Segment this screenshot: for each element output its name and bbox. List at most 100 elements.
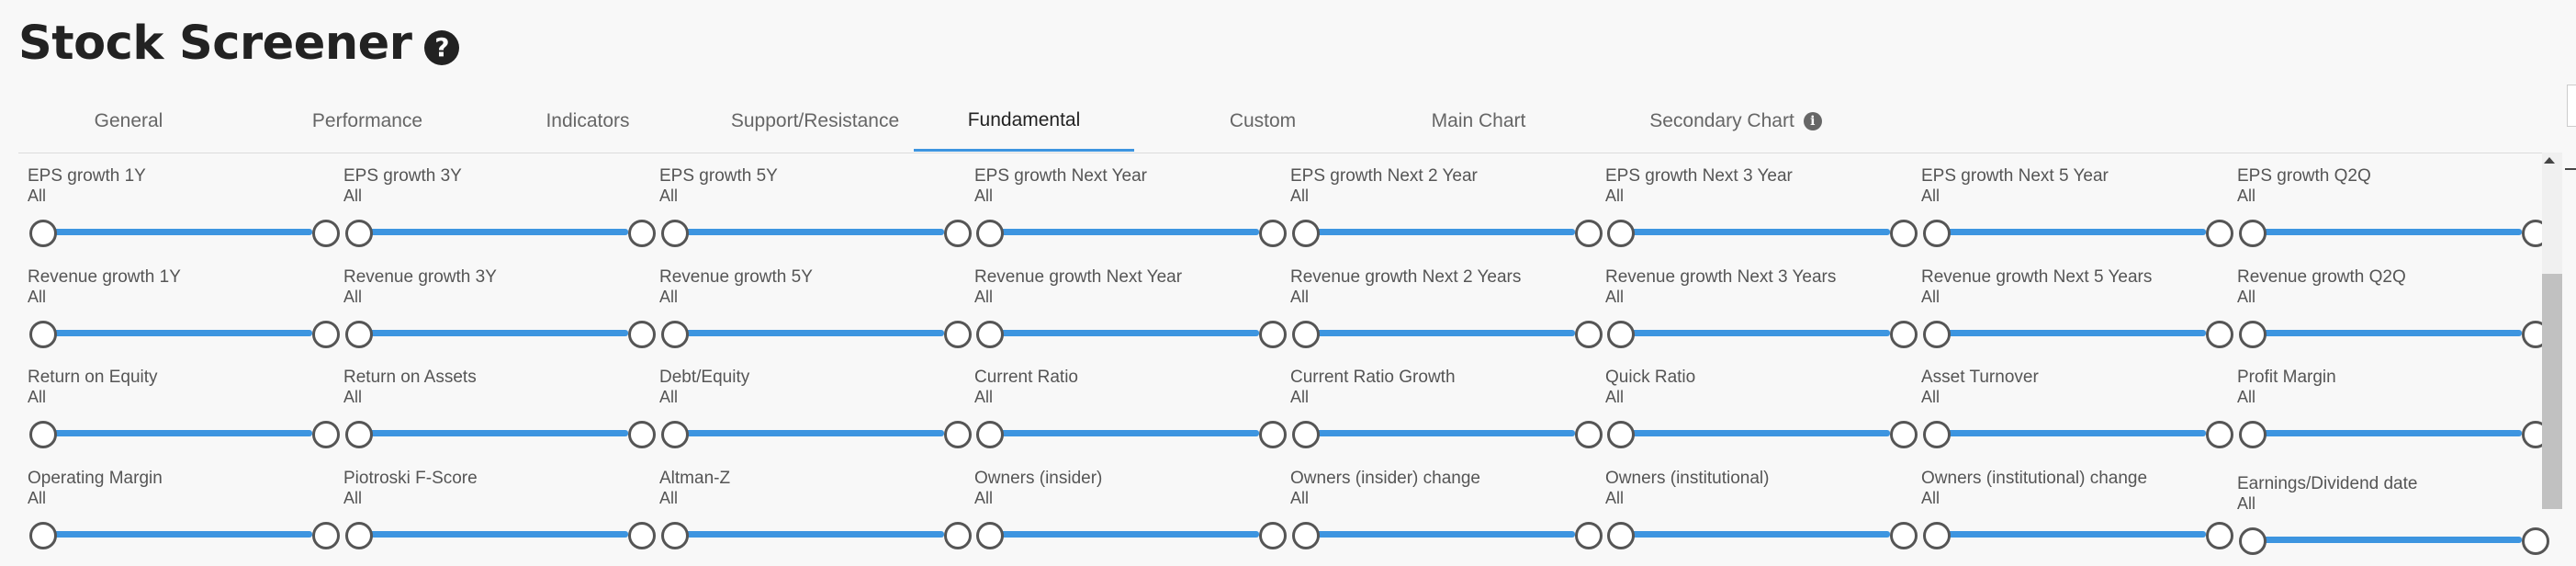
filter-slider: EPS growth Next 5 Year All [1912, 166, 2233, 258]
filter-value: All [2237, 187, 2256, 205]
filter-label: EPS growth Next 5 Year [1921, 166, 2109, 186]
slider-min-handle[interactable] [2239, 527, 2267, 555]
slider-min-handle[interactable] [1607, 220, 1635, 247]
slider-track[interactable] [978, 430, 1259, 436]
slider-track[interactable] [1609, 330, 1890, 336]
slider-track[interactable] [1925, 229, 2206, 235]
slider-min-handle[interactable] [976, 220, 1004, 247]
side-panel-toggle[interactable] [2567, 85, 2576, 127]
filter-slider: EPS growth Q2Q All [2228, 166, 2549, 258]
slider-track[interactable] [1609, 531, 1890, 538]
tab-indicators[interactable]: Indicators [496, 92, 680, 151]
tab-general[interactable]: General [18, 92, 239, 151]
scrollbar-thumb[interactable] [2542, 274, 2562, 509]
slider-track[interactable] [1925, 531, 2206, 538]
slider-min-handle[interactable] [1607, 421, 1635, 448]
slider-track[interactable] [1294, 531, 1575, 538]
filter-label: Return on Equity [28, 368, 158, 387]
slider-min-handle[interactable] [2239, 421, 2267, 448]
help-icon[interactable]: ? [424, 29, 460, 65]
slider-track[interactable] [31, 430, 312, 436]
slider-min-handle[interactable] [2239, 321, 2267, 348]
slider-min-handle[interactable] [345, 421, 373, 448]
slider-track[interactable] [1925, 330, 2206, 336]
slider-track[interactable] [663, 430, 944, 436]
slider-track[interactable] [1609, 229, 1890, 235]
slider-track[interactable] [978, 229, 1259, 235]
slider-min-handle[interactable] [976, 522, 1004, 549]
slider-min-handle[interactable] [2239, 220, 2267, 247]
slider-min-handle[interactable] [29, 220, 57, 247]
slider-min-handle[interactable] [29, 522, 57, 549]
filter-value: All [1290, 187, 1310, 205]
slider-min-handle[interactable] [1292, 421, 1320, 448]
info-icon[interactable]: i [1803, 112, 1822, 130]
slider-min-handle[interactable] [1923, 522, 1951, 549]
filter-value: All [28, 288, 47, 306]
slider-track[interactable] [2241, 229, 2522, 235]
slider-min-handle[interactable] [1292, 321, 1320, 348]
slider-track[interactable] [978, 330, 1259, 336]
slider-track[interactable] [347, 531, 628, 538]
filter-label: Piotroski F-Score [343, 469, 478, 488]
slider-track[interactable] [663, 330, 944, 336]
slider-track[interactable] [2241, 537, 2522, 543]
slider-min-handle[interactable] [1607, 321, 1635, 348]
slider-track[interactable] [1925, 430, 2206, 436]
filter-label: EPS growth Next Year [974, 166, 1147, 186]
slider-min-handle[interactable] [1607, 522, 1635, 549]
slider-track[interactable] [663, 531, 944, 538]
slider-track[interactable] [1294, 430, 1575, 436]
filter-slider: Revenue growth Next 2 Years All [1281, 267, 1603, 359]
slider-min-handle[interactable] [1292, 522, 1320, 549]
slider-min-handle[interactable] [1923, 421, 1951, 448]
slider-track[interactable] [347, 229, 628, 235]
slider-min-handle[interactable] [1292, 220, 1320, 247]
filter-label: Altman-Z [659, 469, 731, 488]
slider-max-handle[interactable] [2522, 527, 2549, 555]
slider-min-handle[interactable] [976, 421, 1004, 448]
filter-label: Revenue growth Next 3 Years [1605, 267, 1837, 287]
filter-slider: Earnings/Dividend date All [2228, 474, 2549, 566]
tab-performance[interactable]: Performance [239, 92, 496, 151]
filter-label: Earnings/Dividend date [2237, 474, 2418, 493]
slider-track[interactable] [31, 330, 312, 336]
slider-track[interactable] [663, 229, 944, 235]
slider-track[interactable] [2241, 330, 2522, 336]
filter-slider: Piotroski F-Score All [334, 469, 656, 560]
slider-track[interactable] [1609, 430, 1890, 436]
slider-min-handle[interactable] [661, 220, 689, 247]
tab-secondary-chart[interactable]: Secondary Chart i [1598, 92, 1873, 151]
scroll-up-arrow-icon[interactable] [2544, 157, 2555, 164]
tab-support-resistance[interactable]: Support/Resistance [680, 92, 951, 151]
filter-label: EPS growth 3Y [343, 166, 462, 186]
slider-min-handle[interactable] [345, 321, 373, 348]
slider-track[interactable] [978, 531, 1259, 538]
slider-track[interactable] [347, 330, 628, 336]
filter-label: Owners (institutional) change [1921, 469, 2148, 488]
filter-label: Revenue growth Next 2 Years [1290, 267, 1522, 287]
slider-min-handle[interactable] [345, 220, 373, 247]
slider-min-handle[interactable] [345, 522, 373, 549]
slider-track[interactable] [1294, 330, 1575, 336]
slider-track[interactable] [2241, 430, 2522, 436]
slider-min-handle[interactable] [1923, 321, 1951, 348]
filter-value: All [659, 388, 679, 406]
slider-track[interactable] [1294, 229, 1575, 235]
filter-slider: Debt/Equity All [650, 368, 972, 459]
slider-min-handle[interactable] [29, 321, 57, 348]
filter-slider: EPS growth Next Year All [965, 166, 1287, 258]
tab-fundamental[interactable]: Fundamental [914, 92, 1134, 152]
slider-min-handle[interactable] [661, 522, 689, 549]
slider-track[interactable] [31, 531, 312, 538]
slider-min-handle[interactable] [661, 321, 689, 348]
slider-min-handle[interactable] [1923, 220, 1951, 247]
slider-track[interactable] [31, 229, 312, 235]
slider-min-handle[interactable] [976, 321, 1004, 348]
filter-slider: EPS growth Next 3 Year All [1596, 166, 1918, 258]
tab-main-chart[interactable]: Main Chart [1341, 92, 1616, 151]
slider-track[interactable] [347, 430, 628, 436]
slider-min-handle[interactable] [29, 421, 57, 448]
slider-min-handle[interactable] [661, 421, 689, 448]
filter-value: All [28, 187, 47, 205]
